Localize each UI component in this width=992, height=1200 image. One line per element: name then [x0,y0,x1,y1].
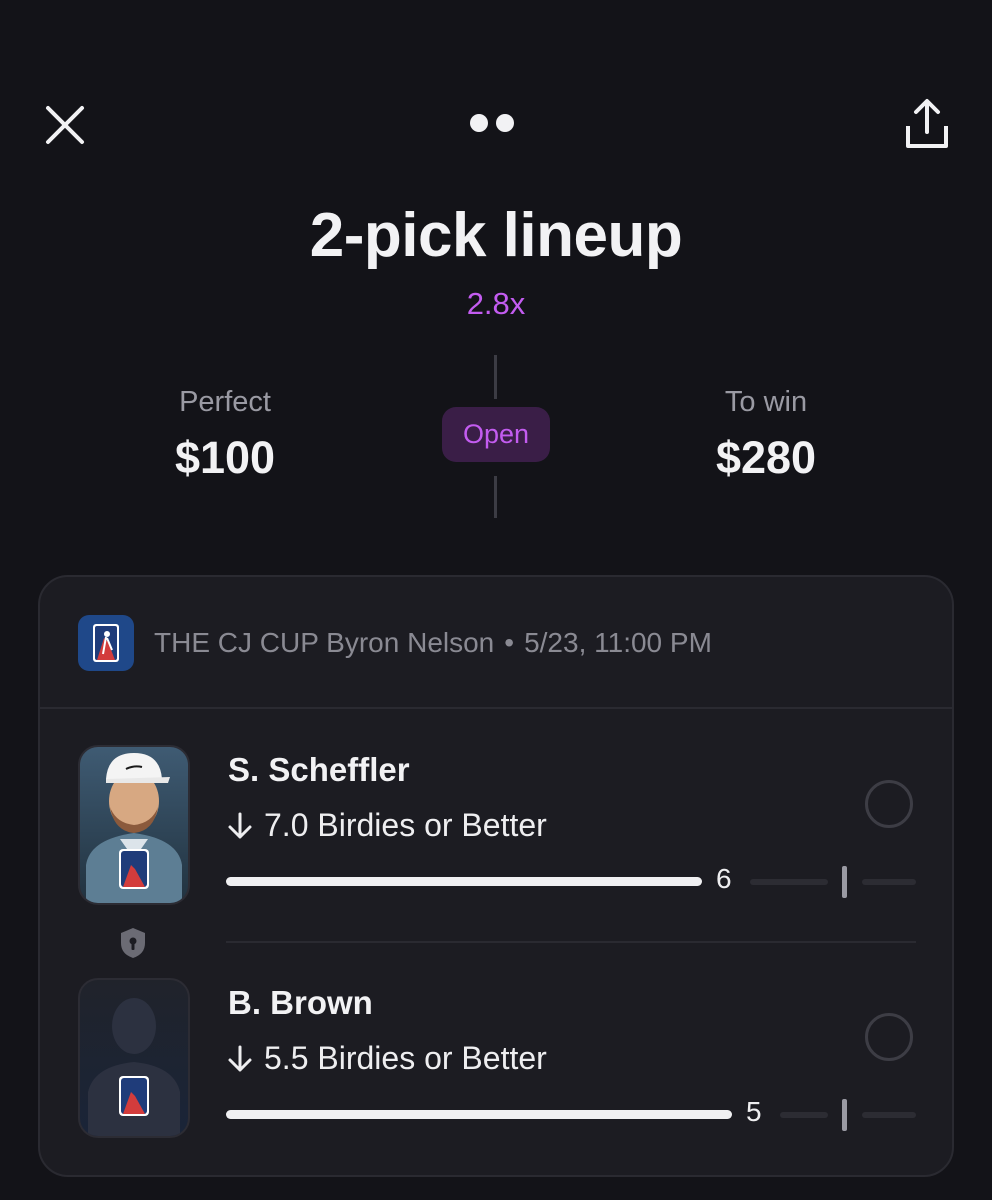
pick-row[interactable]: B. Brown 5.5 Birdies or Better 5 [40,978,952,1138]
pick-status-indicator[interactable] [865,1013,913,1061]
divider [226,941,916,943]
progress-value: 5 [746,1096,762,1127]
divider [494,476,497,518]
progress-segment [780,1112,828,1118]
payout-multiplier: 2.8x [466,286,526,321]
arrow-down-icon [228,1045,252,1071]
dot-icon [470,114,488,132]
player-name: B. Brown [228,984,373,1021]
arrow-down-icon [228,812,252,838]
player-placeholder-silhouette [88,998,180,1136]
event-separator: • [504,627,515,658]
lock-icon [121,928,145,958]
pick-row[interactable]: S. Scheffler 7.0 Birdies or Better 6 [40,745,952,905]
more-options-button[interactable] [470,114,522,134]
progress-bar [226,1110,732,1119]
progress-segment [750,879,828,885]
progress-segment [862,1112,916,1118]
pick-status-indicator[interactable] [865,780,913,828]
to-win-label: To win [724,386,808,418]
entry-amount: $100 [174,432,276,483]
pick-line-text: 7.0 Birdies or Better [264,807,547,843]
dot-icon [496,114,514,132]
progress-value: 6 [716,863,732,894]
close-button[interactable] [40,100,90,150]
player-photo [86,753,182,903]
event-name: THE CJ CUP Byron Nelson [154,627,495,658]
player-avatar [78,978,190,1138]
divider [40,707,952,709]
pick-line: 7.0 Birdies or Better [226,807,547,844]
status-badge: Open [442,407,550,462]
player-name: S. Scheffler [228,751,410,788]
progress-bar [226,877,702,886]
pga-tour-logo-icon [78,615,134,671]
entry-label: Perfect [179,386,271,418]
lineup-detail-screen: 2-pick lineup 2.8x Perfect $100 Open To … [0,0,992,1200]
player-avatar [78,745,190,905]
event-datetime: 5/23, 11:00 PM [524,627,712,658]
pick-line: 5.5 Birdies or Better [226,1040,547,1077]
event-header: THE CJ CUP Byron Nelson • 5/23, 11:00 PM [78,615,712,671]
line-marker [842,1099,847,1131]
share-button[interactable] [898,96,956,154]
pick-line-text: 5.5 Birdies or Better [264,1040,547,1076]
to-win-amount: $280 [715,432,817,483]
close-icon [46,106,84,144]
divider [494,355,497,399]
progress-segment [862,879,916,885]
page-title: 2-pick lineup [309,201,683,270]
line-marker [842,866,847,898]
share-icon [906,99,948,148]
picks-card: THE CJ CUP Byron Nelson • 5/23, 11:00 PM [38,575,954,1177]
